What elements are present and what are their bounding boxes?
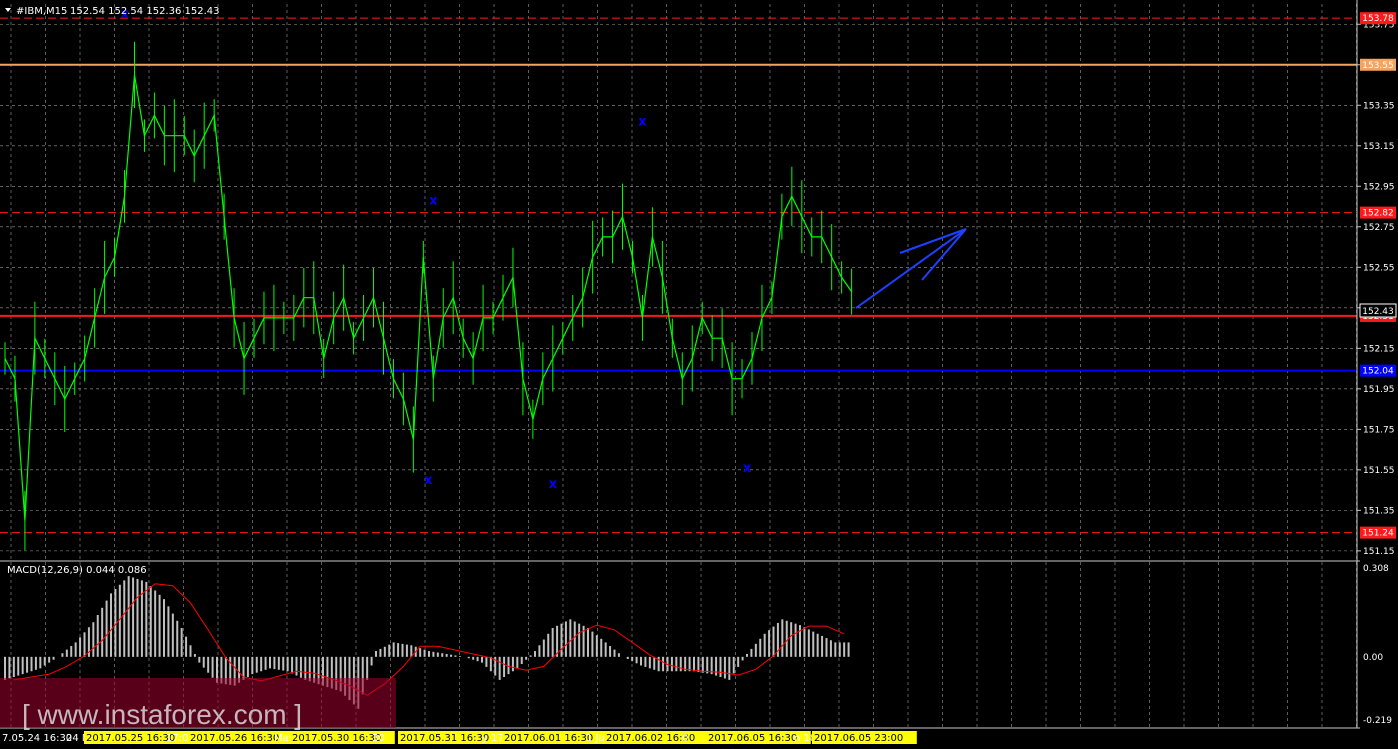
macd-tick-label: -0.219: [1363, 716, 1392, 726]
time-label: 2017.06.05 23:00: [814, 733, 903, 744]
price-tick-label: 151.55: [1363, 466, 1395, 476]
price-tick-label: 151.15: [1363, 547, 1395, 557]
watermark: [ www.instaforex.com ]: [0, 678, 396, 730]
price-tick-label: 151.35: [1363, 506, 1395, 516]
level-tag-text: 152.04: [1362, 367, 1394, 377]
price-tick-label: 153.15: [1363, 142, 1395, 152]
current-price-tag: 152.43: [1359, 303, 1397, 318]
time-label: 2017.06.01 16:30: [504, 733, 593, 744]
price-tick-label: 152.75: [1363, 223, 1395, 233]
fractal-marker: x: [549, 477, 558, 492]
time-label: 7.05.24 16:30: [2, 733, 72, 744]
current-price-text: 152.43: [1362, 307, 1394, 317]
symbol-label: #IBM,M15: [16, 6, 67, 17]
price-tick-label: 153.35: [1363, 101, 1395, 111]
level-tag-text: 152.82: [1362, 209, 1394, 219]
time-label: 0: [682, 733, 688, 744]
watermark-text: [ www.instaforex.com ]: [22, 699, 302, 730]
fractal-marker: x: [638, 114, 647, 129]
time-label: 2017.05.31 16:30: [400, 733, 489, 744]
time-label: 30: [372, 733, 385, 744]
time-axis: 7.05.24 16:3024 M2017.05.25 16:3017:0020…: [2, 731, 917, 744]
price-tick-label: 151.75: [1363, 425, 1395, 435]
price-tick-label: 152.15: [1363, 344, 1395, 354]
level-tag-text: 153.78: [1362, 14, 1394, 24]
macd-label: MACD(12,26,9) 0.044 0.086: [7, 565, 147, 576]
time-label: 2017.06.05 16:30: [708, 733, 797, 744]
price-tick-label: 151.95: [1363, 385, 1395, 395]
chart-background: [0, 0, 1398, 749]
level-tag-text: 153.55: [1362, 61, 1394, 71]
macd-tick-label: 0.00: [1363, 653, 1383, 663]
time-label: 2017.05.26 16:30: [190, 733, 279, 744]
time-label: 2017.05.25 16:30: [86, 733, 175, 744]
fractal-marker: x: [424, 473, 433, 488]
ohlc-values: 152.54 152.54 152.36 152.43: [70, 6, 220, 17]
price-tick-label: 152.95: [1363, 182, 1395, 192]
level-tag-text: 151.24: [1362, 529, 1394, 539]
time-label: 2017.05.30 16:30: [292, 733, 381, 744]
chart-canvas: xxxxxx 153.75153.55153.35153.15152.95152…: [0, 0, 1398, 749]
macd-tick-label: 0.308: [1363, 564, 1389, 574]
fractal-marker: x: [743, 461, 752, 476]
price-tick-label: 152.55: [1363, 263, 1395, 273]
fractal-marker: x: [429, 193, 438, 208]
